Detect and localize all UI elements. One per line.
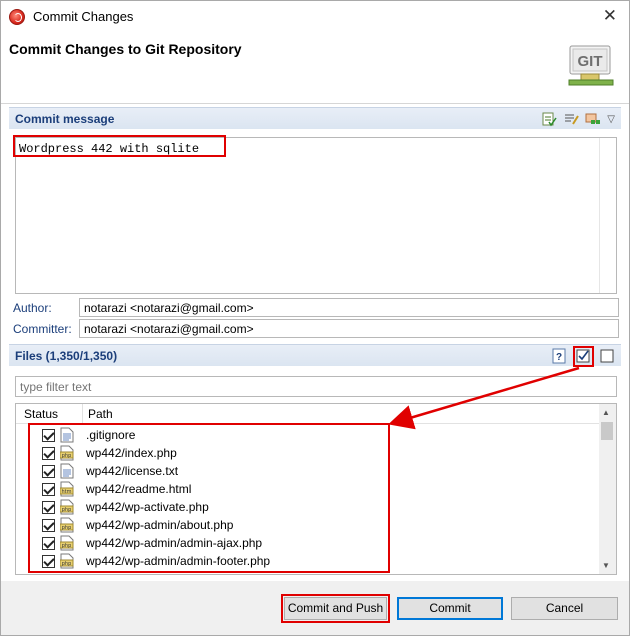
- collapse-chevron-icon[interactable]: ▽: [607, 114, 615, 125]
- files-section-title: Files (1,350/1,350): [15, 349, 118, 363]
- spell-check-icon[interactable]: [541, 111, 557, 127]
- dialog-header: Commit Changes to Git Repository GIT: [1, 32, 629, 98]
- file-filter-input[interactable]: [15, 376, 617, 397]
- dialog-heading: Commit Changes to Git Repository: [9, 41, 242, 57]
- commit-dialog: Commit Changes ✕ Commit Changes to Git R…: [0, 0, 630, 636]
- header-divider: [1, 103, 629, 104]
- commit-message-section-title: Commit message: [15, 112, 115, 126]
- cancel-button[interactable]: Cancel: [511, 597, 618, 620]
- committer-label: Committer:: [13, 322, 72, 336]
- commit-message-scrollbar[interactable]: [599, 138, 616, 293]
- author-field[interactable]: notarazi <notarazi@gmail.com>: [79, 298, 619, 317]
- committer-field[interactable]: notarazi <notarazi@gmail.com>: [79, 319, 619, 338]
- window-title: Commit Changes: [33, 9, 134, 24]
- column-divider: [82, 404, 83, 424]
- scrollbar-thumb[interactable]: [601, 422, 613, 440]
- svg-text:?: ?: [556, 352, 562, 363]
- deselect-all-icon[interactable]: [599, 348, 615, 364]
- close-icon[interactable]: ✕: [603, 7, 617, 24]
- commit-button[interactable]: Commit: [397, 597, 503, 620]
- format-message-icon[interactable]: [563, 111, 580, 127]
- commit-message-textarea[interactable]: Wordpress 442 with sqlite: [15, 137, 617, 294]
- author-label: Author:: [13, 301, 52, 315]
- annotation-commit-push-highlight: [281, 594, 390, 623]
- eclipse-app-icon: [9, 8, 25, 25]
- show-untracked-icon[interactable]: ?: [551, 348, 567, 364]
- scroll-up-icon[interactable]: ▲: [602, 408, 610, 417]
- git-logo-text: GIT: [578, 53, 603, 70]
- files-section-header: Files (1,350/1,350) ?: [9, 344, 621, 366]
- annotation-commit-message-highlight: [13, 135, 226, 157]
- signed-off-icon[interactable]: [585, 111, 601, 127]
- files-table-scrollbar[interactable]: ▲ ▼: [599, 404, 616, 574]
- git-logo-icon: GIT: [568, 45, 614, 86]
- status-column-header[interactable]: Status: [24, 407, 58, 421]
- annotation-select-all-highlight: [573, 346, 594, 367]
- path-column-header[interactable]: Path: [88, 407, 113, 421]
- commit-message-section-header: Commit message ▽: [9, 107, 621, 129]
- scroll-down-icon[interactable]: ▼: [602, 561, 610, 570]
- title-bar: Commit Changes ✕: [1, 1, 629, 32]
- annotation-files-highlight: [28, 423, 390, 573]
- files-table-header: Status Path: [16, 404, 600, 424]
